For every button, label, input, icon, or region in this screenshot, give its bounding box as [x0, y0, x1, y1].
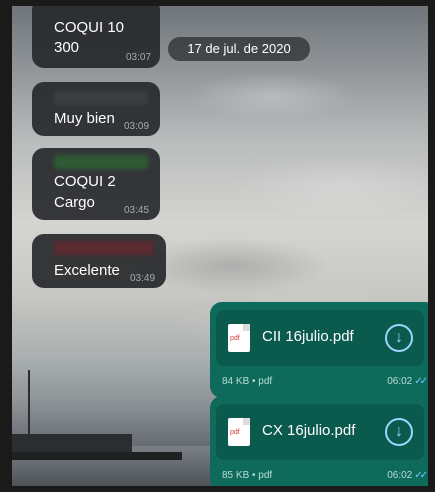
message-time: 06:02: [387, 470, 413, 481]
download-icon[interactable]: ↓: [385, 418, 413, 446]
sender-name-redacted: [54, 155, 148, 169]
sender-name-redacted: [54, 91, 148, 105]
file-message[interactable]: pdf CII 16julio.pdf ↓ 84 KB • pdf 06:02 ✓…: [210, 302, 428, 398]
file-card[interactable]: pdf CII 16julio.pdf ↓: [216, 310, 424, 366]
message-bubble[interactable]: COQUI 2 Cargo 03:45: [32, 148, 160, 220]
double-check-icon: ✓✓: [414, 376, 428, 387]
device-frame: COQUI 10 300 03:07 17 de jul. de 2020 Mu…: [0, 0, 435, 492]
message-text: Excelente: [54, 262, 120, 279]
message-time: 03:07: [126, 52, 152, 63]
file-message[interactable]: pdf CX 16julio.pdf ↓ 85 KB • pdf 06:02 ✓✓: [210, 396, 428, 486]
file-size: 85 KB • pdf: [222, 470, 273, 481]
file-size: 84 KB • pdf: [222, 376, 273, 387]
sender-name-redacted: [54, 241, 154, 255]
message-text: COQUI 10: [54, 19, 125, 36]
date-separator: 17 de jul. de 2020: [168, 37, 310, 61]
message-time: 03:49: [130, 273, 156, 284]
double-check-icon: ✓✓: [414, 470, 428, 481]
file-name: CII 16julio.pdf: [262, 328, 354, 345]
message-time: 06:02: [387, 376, 413, 387]
message-text: 300: [54, 39, 80, 56]
message-time-status: 06:02 ✓✓: [387, 376, 428, 387]
message-bubble[interactable]: Muy bien 03:09: [32, 82, 160, 136]
message-time: 03:09: [124, 121, 150, 132]
file-card[interactable]: pdf CX 16julio.pdf ↓: [216, 404, 424, 460]
message-time-status: 06:02 ✓✓: [387, 470, 428, 481]
pdf-file-icon: pdf: [228, 418, 250, 446]
message-text: Cargo: [54, 194, 95, 211]
file-name: CX 16julio.pdf: [262, 422, 356, 439]
message-text: Muy bien: [54, 110, 115, 127]
message-bubble[interactable]: Excelente 03:49: [32, 234, 166, 288]
pdf-file-icon: pdf: [228, 324, 250, 352]
message-text: COQUI 2: [54, 173, 116, 190]
download-icon[interactable]: ↓: [385, 324, 413, 352]
wallpaper-pier-base: [12, 452, 182, 460]
message-bubble[interactable]: COQUI 10 300 03:07: [32, 6, 160, 68]
message-time: 03:45: [124, 205, 150, 216]
wallpaper-pole: [28, 370, 30, 440]
chat-screen: COQUI 10 300 03:07 17 de jul. de 2020 Mu…: [12, 6, 428, 486]
